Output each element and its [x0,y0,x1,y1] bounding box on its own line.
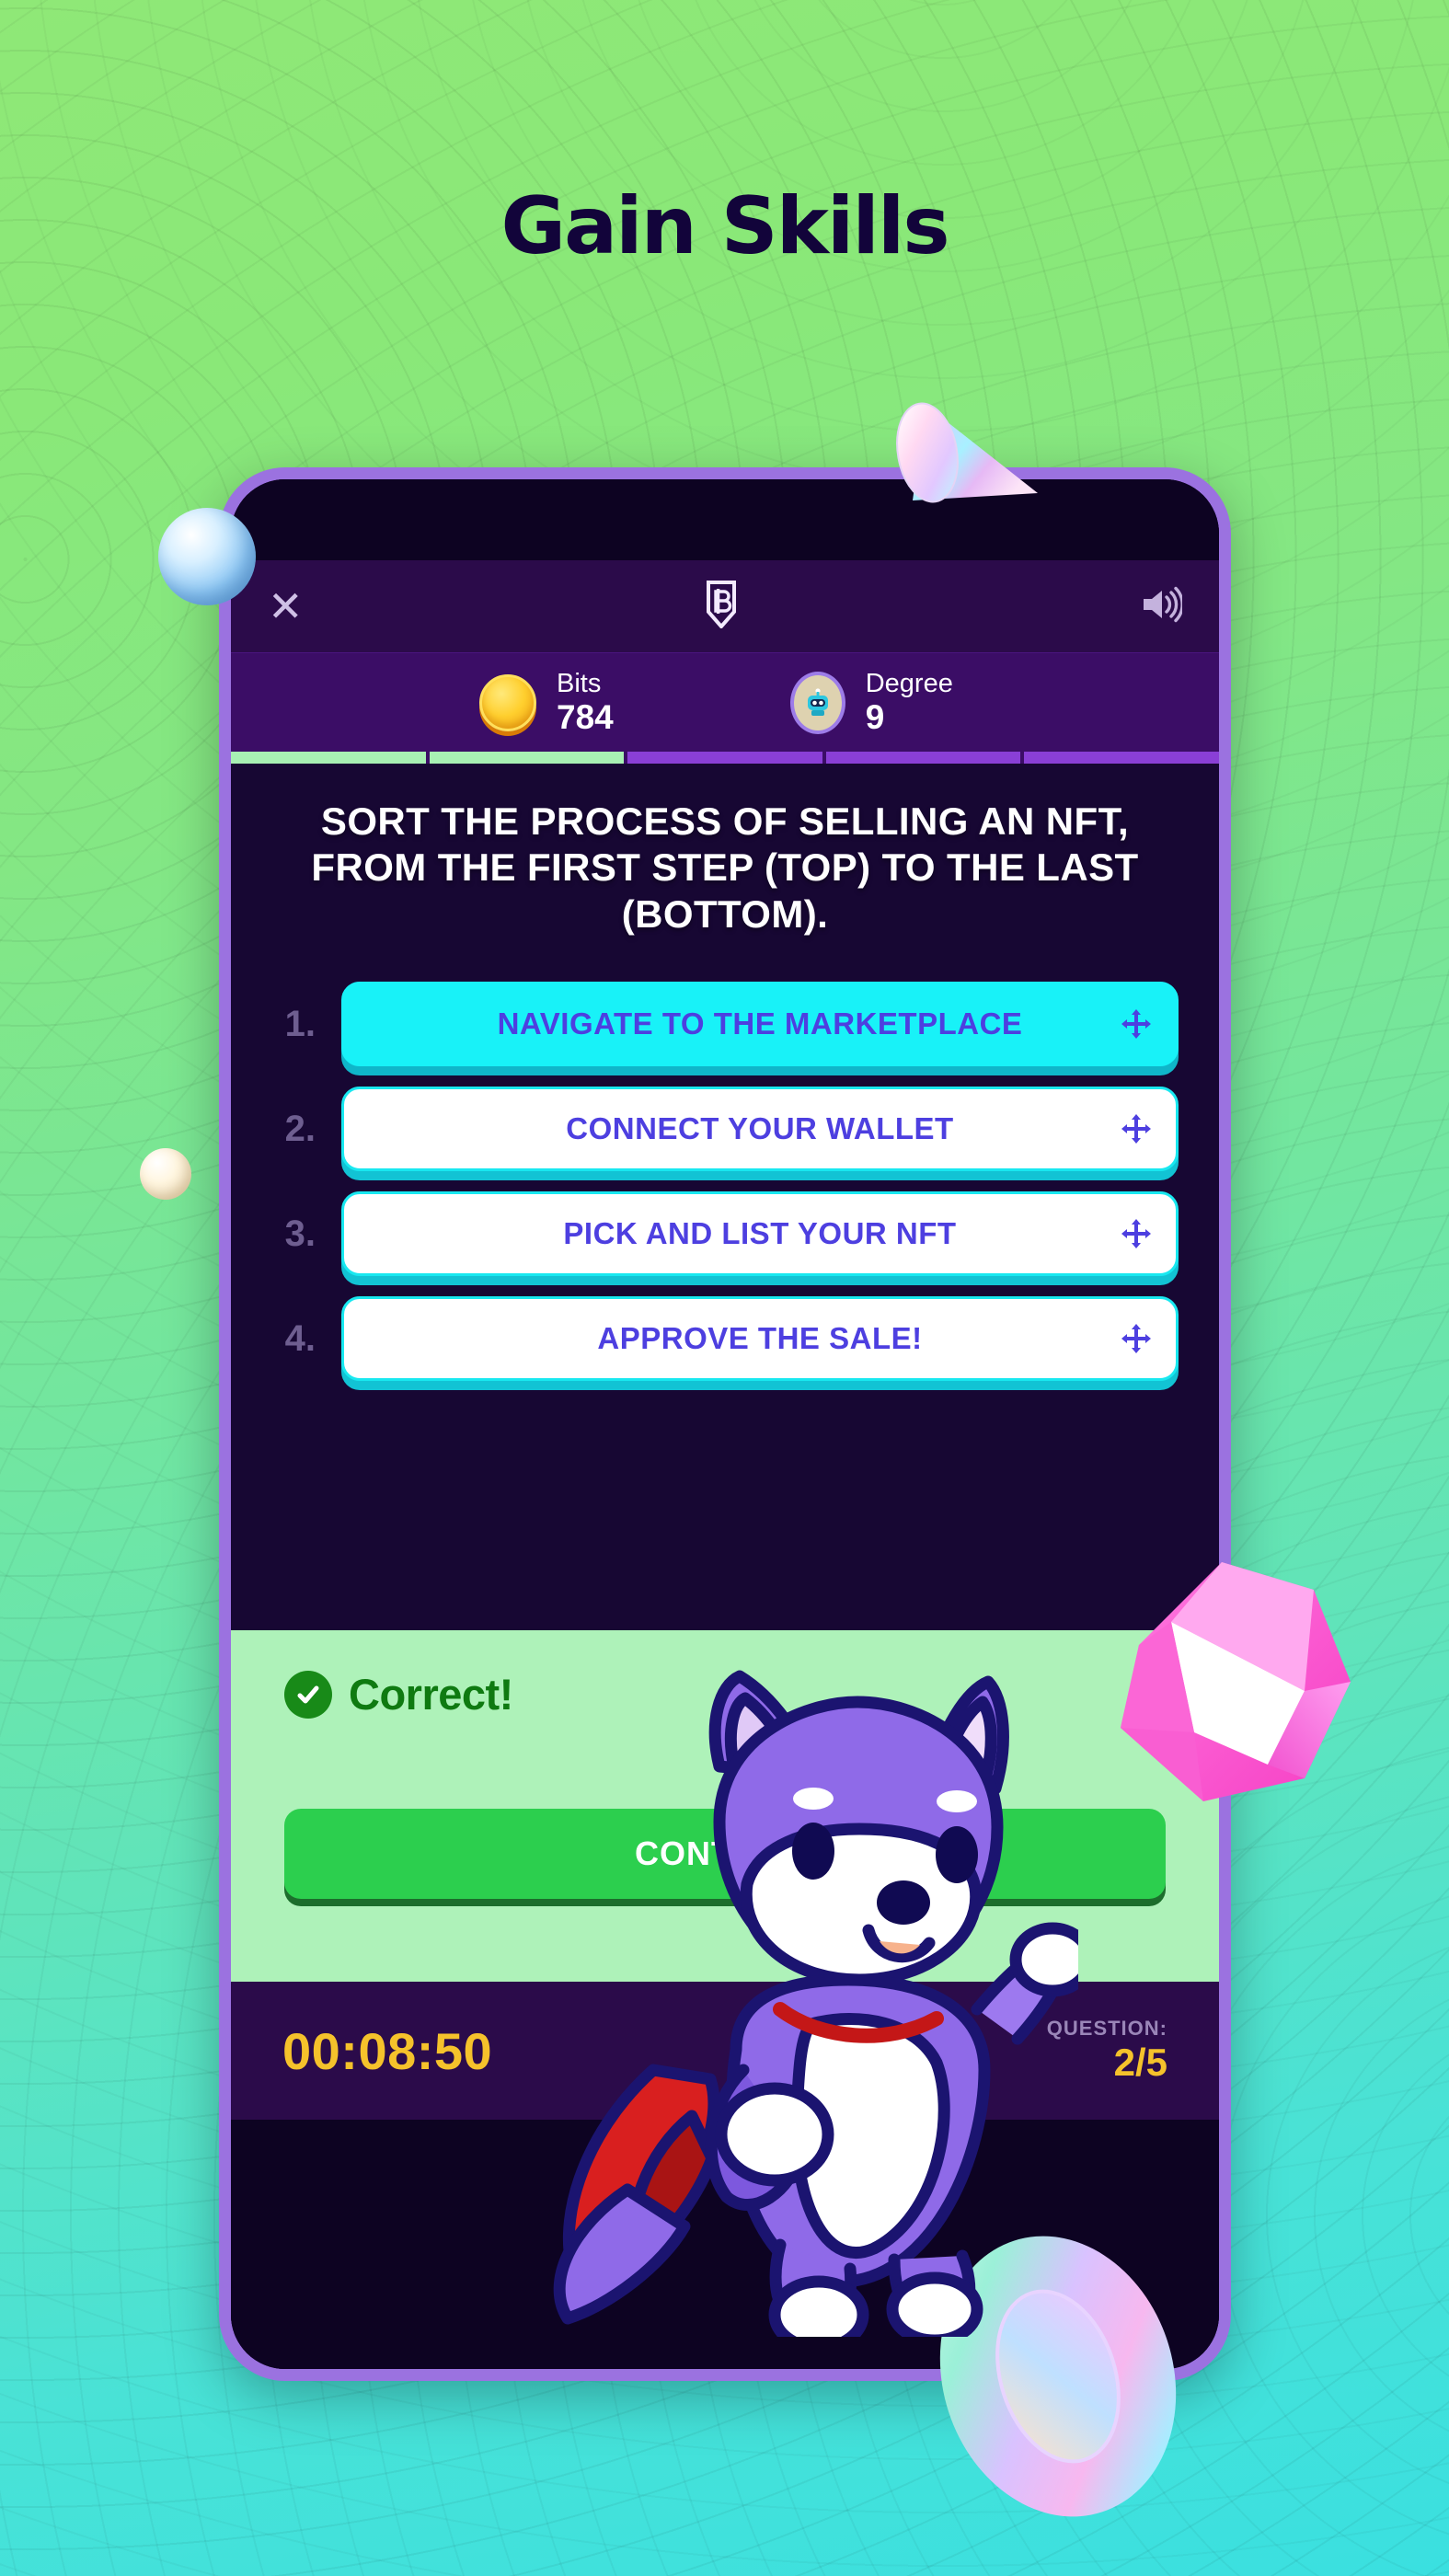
continue-button[interactable]: CONTINUE [284,1809,1166,1900]
status-bar-area [231,479,1219,560]
progress-segment [825,752,1021,764]
bottom-bar: 00:08:50 QUESTION: 2/5 [231,1982,1219,2121]
list-item: 1. NAVIGATE TO THE MARKETPLACE [271,982,1179,1067]
list-item: 4. APPROVE THE SALE! [271,1296,1179,1382]
option-card-3[interactable]: PICK AND LIST YOUR NFT [341,1191,1179,1277]
option-label: CONNECT YOUR WALLET [566,1111,954,1146]
feedback-panel: Correct! CONTINUE [231,1630,1219,1983]
bitdegree-shield-logo [706,580,737,633]
robot-svg [807,687,828,716]
logo-svg [707,580,737,629]
check-circle-icon [284,1670,332,1719]
stat-degree-label: Degree [865,668,953,698]
question-counter: QUESTION: 2/5 [1047,2018,1167,2084]
option-label: PICK AND LIST YOUR NFT [563,1216,957,1251]
stat-bits[interactable]: Bits 784 [479,669,614,737]
option-label: APPROVE THE SALE! [597,1321,923,1356]
feedback-header: Correct! [284,1669,1166,1719]
question-text: SORT THE PROCESS OF SELLING AN NFT, FROM… [311,799,1139,936]
progress-segment [1024,752,1219,764]
check-svg [297,1685,319,1704]
drag-move-icon[interactable] [1121,1008,1152,1040]
feedback-text: Correct! [349,1670,513,1719]
gold-coin-icon [479,673,536,731]
robot-avatar-icon [789,671,845,734]
option-number: 2. [284,1108,316,1149]
list-item: 3. PICK AND LIST YOUR NFT [271,1191,1179,1277]
speaker-volume-icon[interactable] [1140,586,1184,627]
option-number: 1. [284,1003,316,1044]
answer-options-list: 1. NAVIGATE TO THE MARKETPLACE 2. CONNEC… [271,982,1179,1382]
progress-bar [231,752,1219,764]
option-card-4[interactable]: APPROVE THE SALE! [341,1296,1179,1382]
stat-degree-value: 9 [865,698,885,737]
progress-segment [429,752,625,764]
screen-bottom-filler [231,2120,1219,2369]
stat-degree[interactable]: Degree 9 [789,669,953,737]
stat-bits-text: Bits 784 [557,669,614,737]
app-top-bar: ✕ [231,560,1219,652]
page-title: Gain Skills [500,180,949,272]
stat-bits-value: 784 [557,698,614,737]
question-counter-value: 2/5 [1113,2040,1167,2084]
page-root: Gain Skills ✕ Bits 784 Degree 9 SORT THE… [0,0,1449,2576]
speaker-svg [1143,586,1184,622]
progress-segment [627,752,822,764]
option-card-1[interactable]: NAVIGATE TO THE MARKETPLACE [341,982,1179,1067]
countdown-timer: 00:08:50 [282,2021,493,2080]
drag-move-icon[interactable] [1121,1218,1152,1249]
cream-pearl-sphere [140,1148,191,1200]
option-label: NAVIGATE TO THE MARKETPLACE [497,1006,1023,1041]
stats-bar: Bits 784 Degree 9 [231,652,1219,752]
option-number: 3. [284,1213,316,1254]
drag-move-icon[interactable] [1121,1113,1152,1144]
stat-bits-label: Bits [557,668,602,698]
app-screen: ✕ Bits 784 Degree 9 SORT THE PROCESS OF … [231,479,1219,2369]
question-counter-label: QUESTION: [1046,2017,1167,2041]
option-number: 4. [284,1317,316,1359]
quiz-body: SORT THE PROCESS OF SELLING AN NFT, FROM… [231,764,1219,1631]
continue-button-label: CONTINUE [635,1834,815,1873]
drag-move-icon[interactable] [1121,1323,1152,1354]
stat-degree-text: Degree 9 [866,669,953,737]
phone-mockup: ✕ Bits 784 Degree 9 SORT THE PROCESS OF … [219,467,1231,2381]
close-icon[interactable]: ✕ [268,585,304,627]
progress-segment [231,752,426,764]
option-card-2[interactable]: CONNECT YOUR WALLET [341,1087,1179,1172]
list-item: 2. CONNECT YOUR WALLET [271,1087,1179,1172]
